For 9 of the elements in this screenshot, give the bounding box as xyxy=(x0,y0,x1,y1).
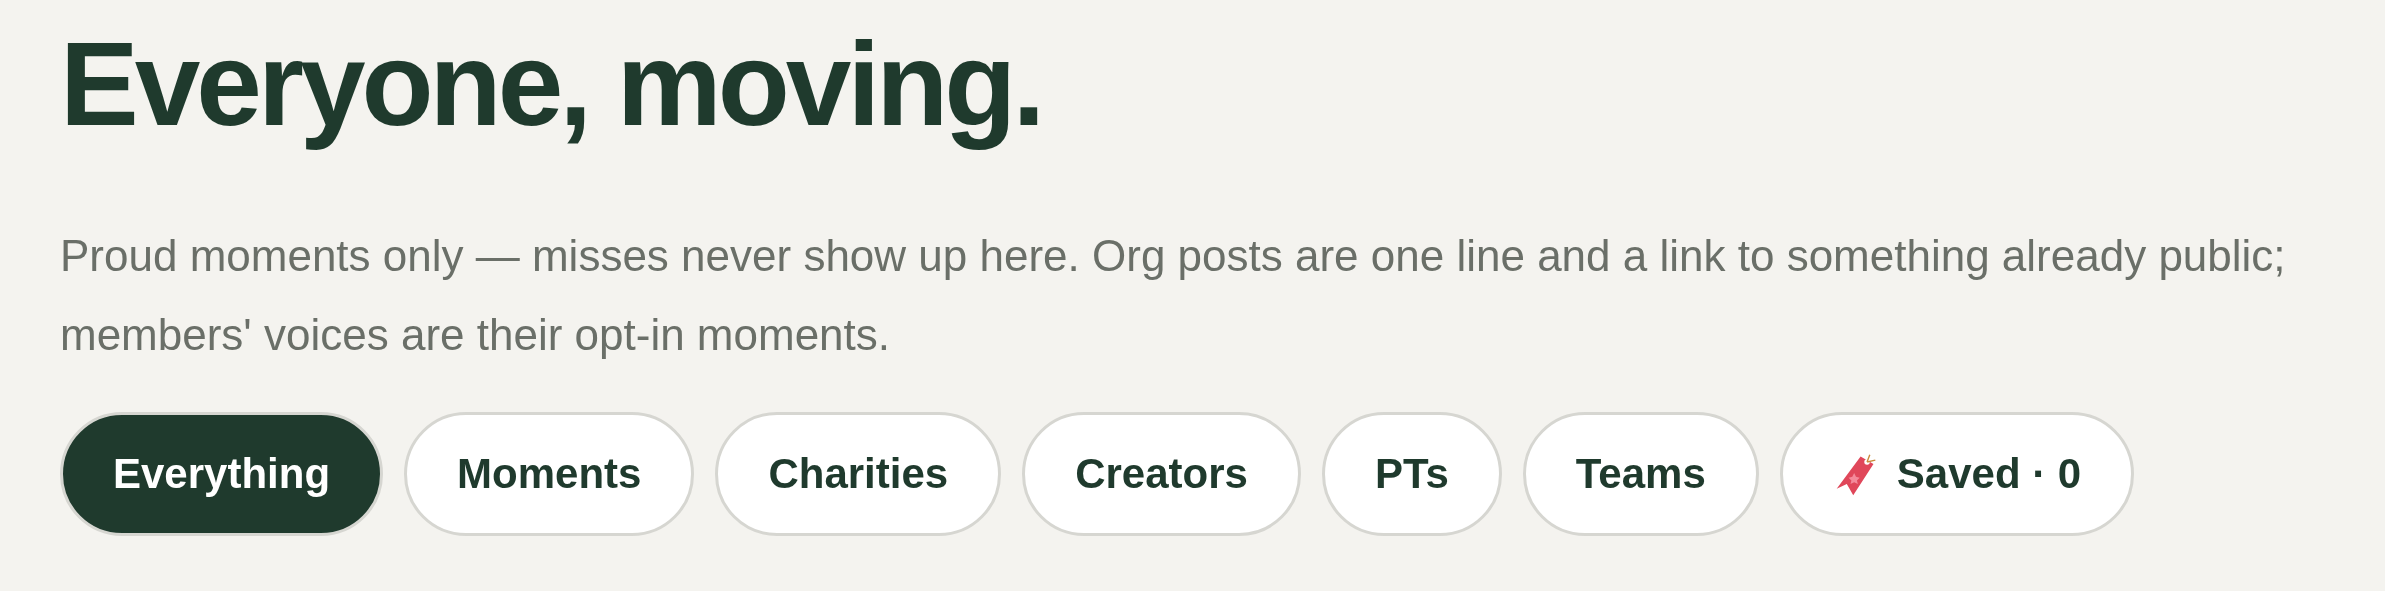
filter-tab[interactable]: Charities xyxy=(715,411,1002,536)
filter-tab[interactable]: PTs xyxy=(1321,411,1502,536)
filter-tab[interactable]: Moments xyxy=(404,411,695,536)
filter-tab[interactable]: Everything xyxy=(60,411,384,536)
filter-tab[interactable]: Creators xyxy=(1022,411,1301,536)
filter-tab[interactable]: Saved · 0 xyxy=(1779,411,2135,536)
filter-tab[interactable]: Teams xyxy=(1522,411,1759,536)
intro-paragraph: Proud moments only — misses never show up here. Org posts are one line and a link to something already public; members' voices are their opt-in moments. xyxy=(60,229,2287,361)
page-heading: Everyone, moving. xyxy=(60,17,1043,152)
